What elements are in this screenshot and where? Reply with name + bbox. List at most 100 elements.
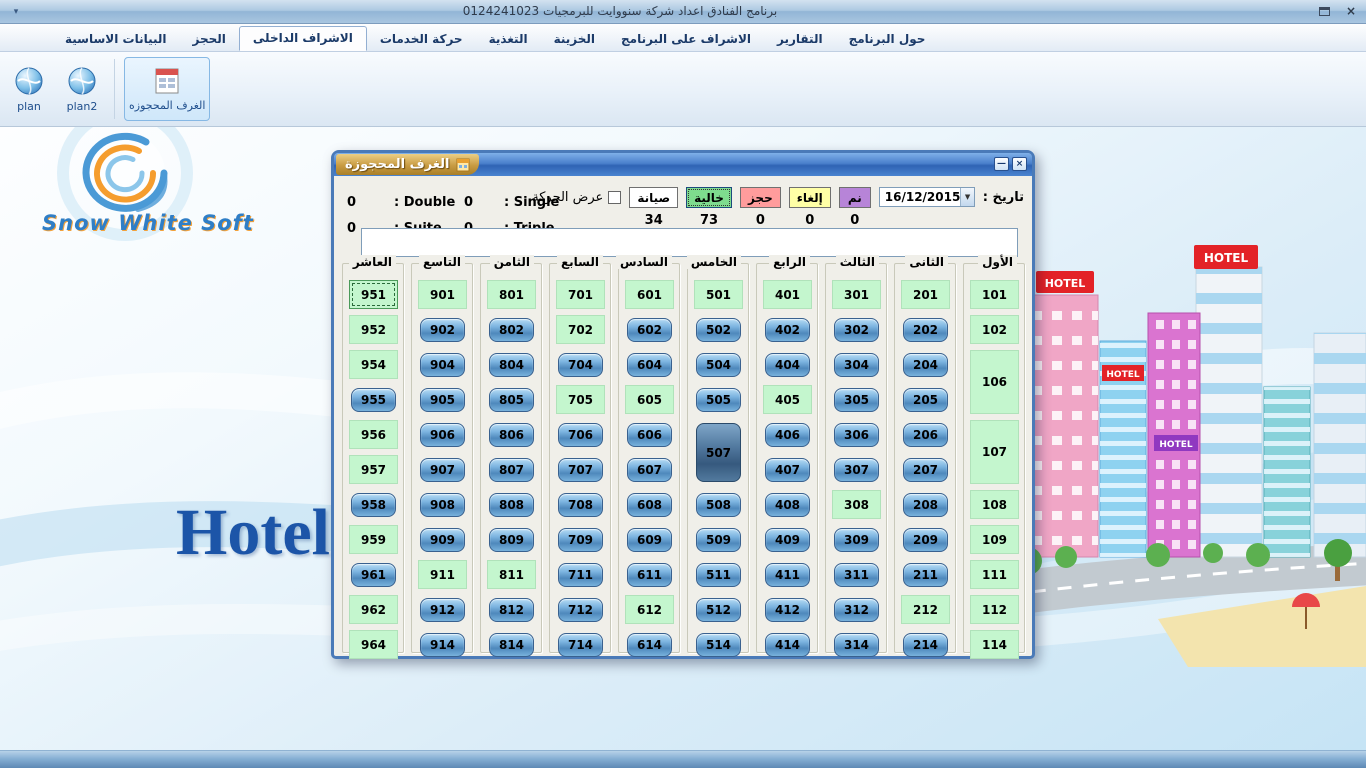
room-706[interactable]: 706	[558, 423, 603, 447]
room-604[interactable]: 604	[627, 353, 672, 377]
room-905[interactable]: 905	[420, 388, 465, 412]
room-305[interactable]: 305	[834, 388, 879, 412]
room-206[interactable]: 206	[903, 423, 948, 447]
room-712[interactable]: 712	[558, 598, 603, 622]
room-714[interactable]: 714	[558, 633, 603, 657]
room-914[interactable]: 914	[420, 633, 465, 657]
quick-access-caret-icon[interactable]: ▾	[7, 5, 25, 19]
room-401[interactable]: 401	[763, 280, 812, 309]
room-307[interactable]: 307	[834, 458, 879, 482]
room-912[interactable]: 912	[420, 598, 465, 622]
legend-button-sleep[interactable]: نم	[839, 187, 871, 208]
info-textbox[interactable]	[361, 228, 1018, 257]
room-511[interactable]: 511	[696, 563, 741, 587]
room-959[interactable]: 959	[349, 525, 398, 554]
room-407[interactable]: 407	[765, 458, 810, 482]
room-502[interactable]: 502	[696, 318, 741, 342]
toolbar-plan2-button[interactable]: plan2	[59, 57, 105, 121]
room-952[interactable]: 952	[349, 315, 398, 344]
room-507[interactable]: 507	[696, 423, 741, 482]
room-202[interactable]: 202	[903, 318, 948, 342]
room-304[interactable]: 304	[834, 353, 879, 377]
room-404[interactable]: 404	[765, 353, 810, 377]
room-707[interactable]: 707	[558, 458, 603, 482]
room-405[interactable]: 405	[763, 385, 812, 414]
room-704[interactable]: 704	[558, 353, 603, 377]
toolbar-reserved-rooms-button[interactable]: الغرف المحجوزه	[124, 57, 210, 121]
room-211[interactable]: 211	[903, 563, 948, 587]
room-306[interactable]: 306	[834, 423, 879, 447]
room-708[interactable]: 708	[558, 493, 603, 517]
menu-item-internal-supervision[interactable]: الاشراف الداخلى	[239, 26, 367, 51]
room-106[interactable]: 106	[970, 350, 1019, 414]
room-802[interactable]: 802	[489, 318, 534, 342]
room-612[interactable]: 612	[625, 595, 674, 624]
room-951[interactable]: 951	[349, 280, 398, 309]
legend-button-vacant[interactable]: خالية	[686, 187, 732, 208]
room-107[interactable]: 107	[970, 420, 1019, 484]
room-954[interactable]: 954	[349, 350, 398, 379]
room-605[interactable]: 605	[625, 385, 674, 414]
room-504[interactable]: 504	[696, 353, 741, 377]
legend-button-booked[interactable]: حجز	[740, 187, 781, 208]
menu-item-booking[interactable]: الحجز	[180, 28, 239, 51]
menu-item-reports[interactable]: التقارير	[764, 28, 836, 51]
room-961[interactable]: 961	[351, 563, 396, 587]
room-902[interactable]: 902	[420, 318, 465, 342]
room-204[interactable]: 204	[903, 353, 948, 377]
room-312[interactable]: 312	[834, 598, 879, 622]
combo-dropdown-icon[interactable]: ▼	[960, 188, 973, 206]
room-114[interactable]: 114	[970, 630, 1019, 659]
menu-item-nutrition[interactable]: التغذية	[476, 28, 541, 51]
dialog-minimize-icon[interactable]: —	[994, 157, 1009, 171]
room-501[interactable]: 501	[694, 280, 743, 309]
menu-item-treasury[interactable]: الخزينة	[541, 28, 608, 51]
dialog-close-icon[interactable]: ×	[1012, 157, 1027, 171]
room-962[interactable]: 962	[349, 595, 398, 624]
room-958[interactable]: 958	[351, 493, 396, 517]
room-112[interactable]: 112	[970, 595, 1019, 624]
menu-item-about[interactable]: حول البرنامج	[836, 28, 939, 51]
room-301[interactable]: 301	[832, 280, 881, 309]
room-801[interactable]: 801	[487, 280, 536, 309]
room-812[interactable]: 812	[489, 598, 534, 622]
room-908[interactable]: 908	[420, 493, 465, 517]
room-411[interactable]: 411	[765, 563, 810, 587]
room-609[interactable]: 609	[627, 528, 672, 552]
room-809[interactable]: 809	[489, 528, 534, 552]
room-205[interactable]: 205	[903, 388, 948, 412]
room-314[interactable]: 314	[834, 633, 879, 657]
legend-button-cancel[interactable]: إلغاء	[789, 187, 831, 208]
room-702[interactable]: 702	[556, 315, 605, 344]
room-956[interactable]: 956	[349, 420, 398, 449]
menu-item-services-movement[interactable]: حركة الخدمات	[367, 28, 476, 51]
room-214[interactable]: 214	[903, 633, 948, 657]
room-208[interactable]: 208	[903, 493, 948, 517]
room-606[interactable]: 606	[627, 423, 672, 447]
menu-item-basic-data[interactable]: البيانات الاساسية	[52, 28, 180, 51]
room-109[interactable]: 109	[970, 525, 1019, 554]
date-combobox[interactable]: 16/12/2015 ▼	[879, 187, 975, 207]
room-412[interactable]: 412	[765, 598, 810, 622]
room-608[interactable]: 608	[627, 493, 672, 517]
room-309[interactable]: 309	[834, 528, 879, 552]
room-607[interactable]: 607	[627, 458, 672, 482]
room-101[interactable]: 101	[970, 280, 1019, 309]
room-964[interactable]: 964	[349, 630, 398, 659]
room-212[interactable]: 212	[901, 595, 950, 624]
room-509[interactable]: 509	[696, 528, 741, 552]
room-805[interactable]: 805	[489, 388, 534, 412]
room-811[interactable]: 811	[487, 560, 536, 589]
restore-icon[interactable]	[1319, 7, 1330, 16]
room-108[interactable]: 108	[970, 490, 1019, 519]
room-111[interactable]: 111	[970, 560, 1019, 589]
room-909[interactable]: 909	[420, 528, 465, 552]
room-201[interactable]: 201	[901, 280, 950, 309]
room-601[interactable]: 601	[625, 280, 674, 309]
room-711[interactable]: 711	[558, 563, 603, 587]
room-308[interactable]: 308	[832, 490, 881, 519]
room-512[interactable]: 512	[696, 598, 741, 622]
room-209[interactable]: 209	[903, 528, 948, 552]
room-807[interactable]: 807	[489, 458, 534, 482]
room-408[interactable]: 408	[765, 493, 810, 517]
